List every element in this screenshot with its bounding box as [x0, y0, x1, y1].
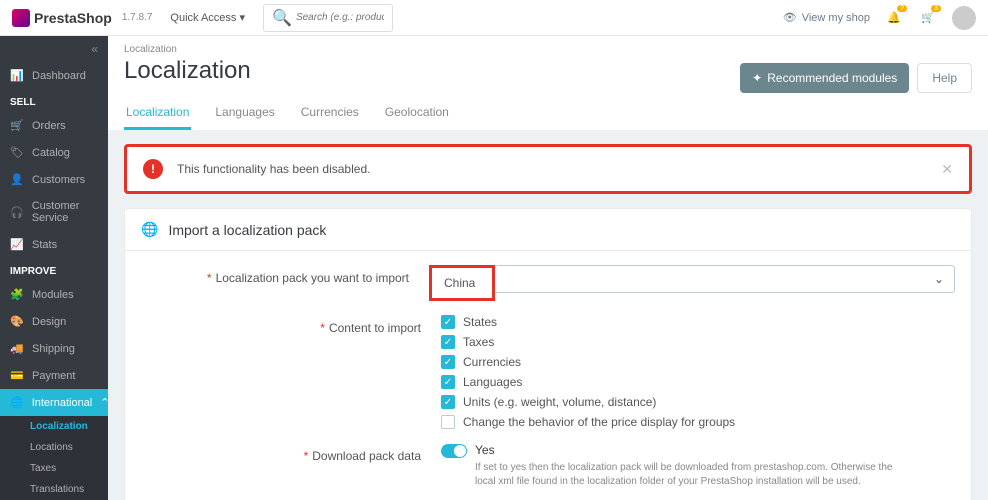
checkbox-currencies[interactable]: ✓	[441, 355, 455, 369]
sidebar-collapse-icon[interactable]: «	[0, 36, 108, 62]
sidebar-item-customers[interactable]: 👤Customers	[0, 166, 108, 193]
view-shop-link[interactable]: 👁 View my shop	[783, 11, 870, 24]
main-content: Localization Localization ✦Recommended m…	[108, 36, 988, 500]
checkbox-units[interactable]: ✓	[441, 395, 455, 409]
brush-icon: 🎨	[10, 315, 24, 328]
checkbox-behavior[interactable]	[441, 415, 455, 429]
localization-pack-select-ext[interactable]: ⌄	[495, 265, 955, 293]
search-icon: 🔍	[272, 8, 292, 28]
avatar[interactable]	[952, 6, 976, 30]
eye-icon: 👁	[783, 11, 797, 24]
chevron-up-icon: ⌃	[100, 396, 108, 409]
sidebar-subitem-localization[interactable]: Localization	[0, 416, 108, 437]
sidebar-item-design[interactable]: 🎨Design	[0, 308, 108, 335]
recommended-modules-button[interactable]: ✦Recommended modules	[740, 63, 909, 93]
tab-geolocation[interactable]: Geolocation	[383, 97, 451, 130]
card-icon: 💳	[10, 369, 24, 382]
truck-icon: 🚚	[10, 342, 24, 355]
download-help-text: If set to yes then the localization pack…	[475, 461, 905, 489]
tab-localization[interactable]: Localization	[124, 97, 191, 130]
globe-icon: 🌐	[141, 221, 158, 238]
sidebar-item-payment[interactable]: 💳Payment	[0, 362, 108, 389]
notifications-icon[interactable]: 🔔?	[884, 8, 904, 28]
logo-text: PrestaShop	[34, 10, 112, 26]
puzzle-icon: ✦	[752, 71, 762, 85]
version-label: 1.7.8.7	[122, 12, 153, 23]
alert-banner: ! This functionality has been disabled. …	[124, 144, 972, 194]
cart-icon[interactable]: 🛒3	[918, 8, 938, 28]
sidebar: « 📊Dashboard SELL 🛒Orders 🏷Catalog 👤Cust…	[0, 36, 108, 500]
checkbox-states[interactable]: ✓	[441, 315, 455, 329]
sidebar-item-modules[interactable]: 🧩Modules	[0, 281, 108, 308]
sidebar-item-shipping[interactable]: 🚚Shipping	[0, 335, 108, 362]
checkbox-taxes[interactable]: ✓	[441, 335, 455, 349]
sidebar-item-catalog[interactable]: 🏷Catalog	[0, 139, 108, 166]
close-icon[interactable]: ✕	[941, 161, 953, 178]
sidebar-submenu-international: Localization Locations Taxes Translation…	[0, 416, 108, 500]
download-label: *Download pack data	[141, 443, 441, 489]
cart-icon: 🛒	[10, 119, 24, 132]
tab-languages[interactable]: Languages	[213, 97, 276, 130]
globe-icon: 🌐	[10, 396, 24, 409]
gauge-icon: 📊	[10, 69, 24, 82]
localization-pack-select[interactable]: China	[434, 270, 490, 296]
import-card: 🌐 Import a localization pack *Localizati…	[124, 208, 972, 500]
sidebar-subitem-taxes[interactable]: Taxes	[0, 458, 108, 479]
puzzle-icon: 🧩	[10, 288, 24, 301]
chart-icon: 📈	[10, 238, 24, 251]
sidebar-subitem-translations[interactable]: Translations	[0, 479, 108, 500]
sidebar-section-improve: IMPROVE	[0, 258, 108, 281]
sidebar-section-sell: SELL	[0, 89, 108, 112]
tab-currencies[interactable]: Currencies	[299, 97, 361, 130]
card-header-import: 🌐 Import a localization pack	[125, 209, 971, 251]
content-label: *Content to import	[141, 315, 441, 429]
headset-icon: 🎧	[10, 206, 24, 219]
error-icon: !	[143, 159, 163, 179]
alert-text: This functionality has been disabled.	[177, 162, 927, 176]
quick-access-dropdown[interactable]: Quick Access ▾	[170, 11, 245, 24]
help-button[interactable]: Help	[917, 63, 972, 93]
sidebar-item-orders[interactable]: 🛒Orders	[0, 112, 108, 139]
breadcrumb: Localization	[124, 44, 251, 55]
sidebar-item-stats[interactable]: 📈Stats	[0, 231, 108, 258]
user-icon: 👤	[10, 173, 24, 186]
logo: PrestaShop 1.7.8.7	[12, 9, 152, 27]
search-input[interactable]	[296, 12, 384, 23]
checkbox-languages[interactable]: ✓	[441, 375, 455, 389]
search-box[interactable]: 🔍	[263, 4, 393, 32]
tag-icon: 🏷	[10, 146, 24, 159]
pack-label: *Localization pack you want to import	[141, 265, 429, 301]
toggle-yes-label: Yes	[475, 443, 905, 457]
page-header: Localization Localization ✦Recommended m…	[108, 36, 988, 130]
page-title: Localization	[124, 57, 251, 85]
logo-icon	[12, 9, 30, 27]
sidebar-item-dashboard[interactable]: 📊Dashboard	[0, 62, 108, 89]
sidebar-item-international[interactable]: 🌐International⌃	[0, 389, 108, 416]
chevron-down-icon: ⌄	[934, 272, 944, 286]
topbar: PrestaShop 1.7.8.7 Quick Access ▾ 🔍 👁 Vi…	[0, 0, 988, 36]
sidebar-subitem-locations[interactable]: Locations	[0, 437, 108, 458]
sidebar-item-customer-service[interactable]: 🎧Customer Service	[0, 193, 108, 231]
download-toggle[interactable]	[441, 444, 467, 458]
tabs: Localization Languages Currencies Geoloc…	[124, 97, 972, 130]
